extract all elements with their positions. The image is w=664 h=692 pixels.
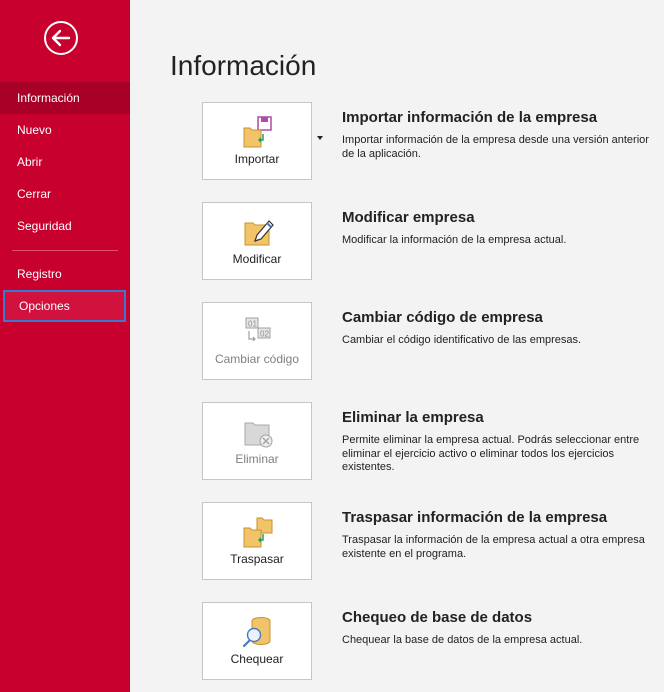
modify-title: Modificar empresa	[342, 209, 475, 226]
sidebar-item-abrir[interactable]: Abrir	[0, 146, 130, 178]
import-dropdown-arrow-icon[interactable]	[317, 136, 323, 140]
sidebar-item-nuevo[interactable]: Nuevo	[0, 114, 130, 146]
delete-folder-icon	[244, 422, 273, 448]
delete-title: Eliminar la empresa	[342, 409, 484, 426]
sidebar-item-registro[interactable]: Registro	[0, 258, 130, 290]
import-button-label: Importar	[234, 152, 280, 166]
svg-text:01: 01	[248, 320, 257, 329]
page-title: Información	[170, 50, 317, 81]
delete-description: Permite eliminar la empresa actual. Podr…	[342, 434, 640, 473]
delete-button[interactable]: Eliminar	[202, 402, 312, 480]
check-description: Chequear la base de datos de la empresa …	[342, 634, 583, 646]
sidebar-item-cerrar[interactable]: Cerrar	[0, 178, 130, 210]
modify-button[interactable]: Modificar	[202, 202, 312, 280]
change-code-icon: 01 02	[245, 317, 271, 342]
modify-button-label: Modificar	[232, 252, 282, 266]
import-icon	[243, 116, 272, 148]
svg-text:02: 02	[260, 330, 269, 339]
transfer-icon	[243, 517, 273, 548]
sidebar-divider	[12, 250, 118, 251]
sidebar: Información Nuevo Abrir Cerrar Seguridad…	[0, 0, 130, 692]
transfer-title: Traspasar información de la empresa	[342, 509, 608, 526]
transfer-description: Traspasar la información de la empresa a…	[342, 534, 645, 560]
check-button-label: Chequear	[230, 652, 284, 666]
back-button[interactable]	[43, 20, 79, 56]
change-code-description: Cambiar el código identificativo de las …	[342, 334, 582, 346]
check-title: Chequeo de base de datos	[342, 609, 533, 626]
sidebar-item-opciones[interactable]: Opciones	[3, 290, 126, 322]
edit-folder-icon	[244, 220, 274, 246]
change-code-button-label: Cambiar código	[214, 352, 300, 366]
sidebar-item-informacion[interactable]: Información	[0, 82, 130, 114]
check-database-icon	[242, 617, 271, 648]
transfer-button[interactable]: Traspasar	[202, 502, 312, 580]
import-title: Importar información de la empresa	[342, 109, 598, 126]
sidebar-item-seguridad[interactable]: Seguridad	[0, 210, 130, 242]
delete-button-label: Eliminar	[235, 452, 279, 466]
back-arrow-icon	[44, 21, 78, 55]
change-code-button[interactable]: 01 02 Cambiar código	[202, 302, 312, 380]
modify-description: Modificar la información de la empresa a…	[342, 234, 567, 246]
transfer-button-label: Traspasar	[230, 552, 284, 566]
main-panel: Información Importar Importar informació…	[130, 0, 664, 692]
check-button[interactable]: Chequear	[202, 602, 312, 680]
import-button[interactable]: Importar	[202, 102, 323, 180]
import-description: Importar información de la empresa desde…	[342, 134, 649, 160]
change-code-title: Cambiar código de empresa	[342, 309, 543, 326]
